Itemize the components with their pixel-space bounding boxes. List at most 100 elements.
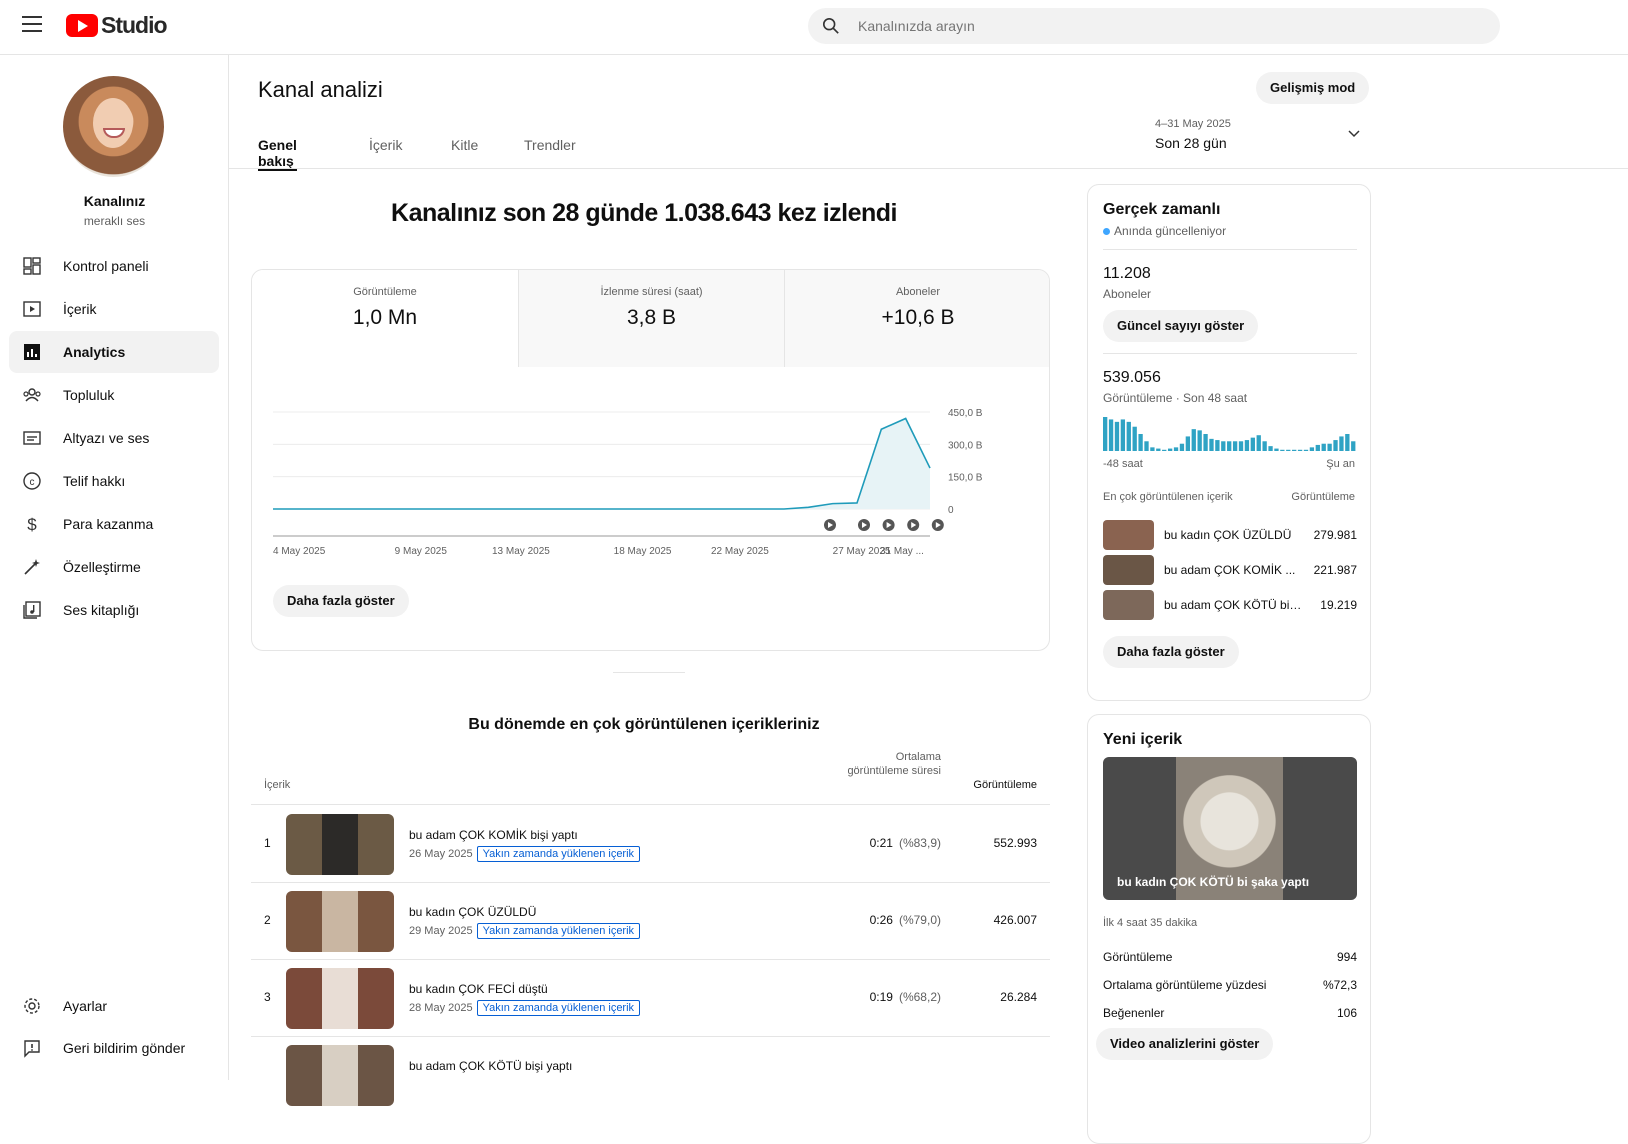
advanced-mode-button[interactable]: Gelişmiş mod: [1256, 72, 1370, 104]
sidebar-item-dashboard[interactable]: Kontrol paneli: [9, 245, 219, 287]
video-thumbnail: [1103, 590, 1154, 620]
realtime-bar: [1327, 443, 1332, 451]
video-views: 279.981: [1313, 528, 1357, 542]
realtime-bar: [1268, 446, 1273, 451]
table-row[interactable]: 2 bu kadın ÇOK ÜZÜLDÜ 29 May 2025 Yakın z…: [251, 883, 1050, 960]
hamburger-menu-icon[interactable]: [22, 16, 42, 32]
header-views[interactable]: Görüntüleme: [961, 779, 1037, 791]
video-title[interactable]: bu adam ÇOK KOMİK bişi yaptı: [409, 828, 578, 842]
list-item[interactable]: bu adam ÇOK KOMİK ... 221.987: [1103, 555, 1357, 585]
sidebar-item-label: İçerik: [63, 301, 97, 317]
video-thumbnail[interactable]: [286, 1045, 394, 1106]
realtime-bar: [1250, 437, 1255, 451]
sidebar-item-audio-library[interactable]: Ses kitaplığı: [9, 589, 219, 631]
views-chart[interactable]: 450,0 B 300,0 B 150,0 B 0 4 May 2025 9 May 2…: [252, 367, 1050, 567]
x-tick-label: 18 May 2025: [614, 546, 672, 557]
tab-overview[interactable]: Genel bakış: [258, 137, 297, 171]
sidebar-item-label: Telif hakkı: [63, 473, 126, 489]
avg-duration: 0:21 (%83,9): [869, 836, 941, 850]
divider: [1103, 353, 1357, 354]
realtime-bar: [1292, 449, 1297, 451]
svg-text:c: c: [30, 477, 35, 488]
sidebar-item-label: Özelleştirme: [63, 559, 141, 575]
x-tick-label: 22 May 2025: [711, 546, 769, 557]
new-video-title: bu kadın ÇOK KÖTÜ bi şaka yaptı: [1117, 875, 1310, 889]
shorts-marker-icon: [882, 519, 895, 531]
date-range-label: Son 28 gün: [1155, 135, 1227, 151]
header-avg-duration[interactable]: Ortalama görüntüleme süresi: [841, 750, 941, 778]
search-bar[interactable]: [808, 8, 1500, 44]
sidebar-item-customization[interactable]: Özelleştirme: [9, 546, 219, 588]
video-title[interactable]: bu kadın ÇOK FECİ düştü: [409, 982, 548, 996]
sidebar-item-community[interactable]: Topluluk: [9, 374, 219, 416]
realtime-bar-chart[interactable]: [1103, 417, 1357, 451]
table-header: İçerik Ortalama görüntüleme süresi Görün…: [251, 738, 1050, 805]
sidebar-item-copyright[interactable]: c Telif hakkı: [9, 460, 219, 502]
sidebar-item-analytics[interactable]: Analytics: [9, 331, 219, 373]
show-more-button[interactable]: Daha fazla göster: [273, 585, 409, 617]
date-range: 4–31 May 2025: [1155, 118, 1231, 130]
realtime-show-more-button[interactable]: Daha fazla göster: [1103, 636, 1239, 668]
views-value: 26.284: [1000, 990, 1037, 1004]
realtime-bar: [1167, 448, 1173, 451]
sidebar-item-label: Altyazı ve ses: [63, 430, 150, 446]
video-thumbnail[interactable]: [286, 814, 394, 875]
studio-logo[interactable]: Studio: [66, 12, 168, 39]
new-video-thumbnail[interactable]: bu kadın ÇOK KÖTÜ bi şaka yaptı: [1103, 757, 1357, 900]
tab-content[interactable]: İçerik: [369, 137, 402, 171]
new-content-title: Yeni içerik: [1103, 731, 1183, 748]
search-input[interactable]: [858, 8, 1458, 44]
video-thumbnail[interactable]: [286, 968, 394, 1029]
sidebar-item-subtitles[interactable]: Altyazı ve ses: [9, 417, 219, 459]
tab-trends[interactable]: Trendler: [524, 137, 576, 171]
sidebar-item-feedback[interactable]: Geri bildirim gönder: [9, 1027, 219, 1069]
views-value: 552.993: [993, 836, 1037, 850]
sidebar-item-content[interactable]: İçerik: [9, 288, 219, 330]
show-live-count-button[interactable]: Güncel sayıyı göster: [1103, 310, 1259, 342]
date-range-picker[interactable]: 4–31 May 2025 Son 28 gün: [1155, 118, 1360, 151]
metric-subscribers[interactable]: Aboneler +10,6 B: [784, 270, 1049, 367]
realtime-bar: [1185, 436, 1191, 451]
table-row[interactable]: 1 bu adam ÇOK KOMİK bişi yaptı 26 May 20…: [251, 806, 1050, 883]
video-title[interactable]: bu kadın ÇOK ÜZÜLDÜ: [409, 905, 536, 919]
channel-avatar[interactable]: [63, 76, 164, 177]
list-item[interactable]: bu kadın ÇOK ÜZÜLDÜ 279.981: [1103, 520, 1357, 550]
video-views: 221.987: [1313, 563, 1357, 577]
analytics-icon: [24, 344, 40, 360]
video-date: 26 May 2025: [409, 848, 473, 860]
video-title: bu adam ÇOK KOMİK ...: [1164, 563, 1296, 577]
realtime-bar: [1103, 417, 1108, 451]
realtime-bar: [1256, 435, 1261, 451]
video-title[interactable]: bu adam ÇOK KÖTÜ bişi yaptı: [409, 1059, 572, 1073]
list-item[interactable]: bu adam ÇOK KÖTÜ bişi... 19.219: [1103, 590, 1357, 620]
y-tick-label: 0: [948, 505, 954, 516]
table-row[interactable]: 3 bu kadın ÇOK FECİ düştü 28 May 2025 Yak…: [251, 960, 1050, 1037]
tab-audience[interactable]: Kitle: [451, 137, 478, 171]
realtime-bar: [1120, 419, 1126, 451]
sidebar-item-label: Kontrol paneli: [63, 258, 149, 274]
shorts-marker-icon: [931, 519, 944, 531]
video-analytics-button[interactable]: Video analizlerini göster: [1096, 1028, 1274, 1060]
youtube-play-icon: [66, 14, 98, 37]
video-date: 29 May 2025: [409, 925, 473, 937]
realtime-bar: [1303, 449, 1309, 451]
top-content-label: En çok görüntülenen içerik: [1103, 491, 1233, 503]
search-icon: [822, 17, 839, 34]
realtime-subtitle: Anında güncelleniyor: [1103, 224, 1226, 238]
realtime-bar: [1156, 448, 1161, 451]
sidebar-item-monetization[interactable]: $ Para kazanma: [9, 503, 219, 545]
video-date-line: 28 May 2025 Yakın zamanda yüklenen içerik: [409, 1000, 641, 1016]
realtime-bar: [1297, 449, 1303, 451]
metric-label: Görüntüleme: [353, 286, 417, 298]
table-row[interactable]: bu adam ÇOK KÖTÜ bişi yaptı: [251, 1037, 1050, 1114]
stat-avg-percent: Ortalama görüntüleme yüzdesi %72,3: [1103, 978, 1357, 992]
video-thumbnail[interactable]: [286, 891, 394, 952]
metric-views[interactable]: Görüntüleme 1,0 Mn: [252, 270, 518, 367]
subtitles-icon: [23, 431, 41, 445]
gear-icon: [24, 998, 40, 1014]
sidebar-item-settings[interactable]: Ayarlar: [9, 985, 219, 1027]
metric-watch-time[interactable]: İzlenme süresi (saat) 3,8 B: [518, 270, 784, 367]
realtime-subscribers-label: Aboneler: [1103, 287, 1152, 301]
realtime-bar: [1114, 421, 1120, 451]
realtime-bar: [1238, 441, 1244, 451]
